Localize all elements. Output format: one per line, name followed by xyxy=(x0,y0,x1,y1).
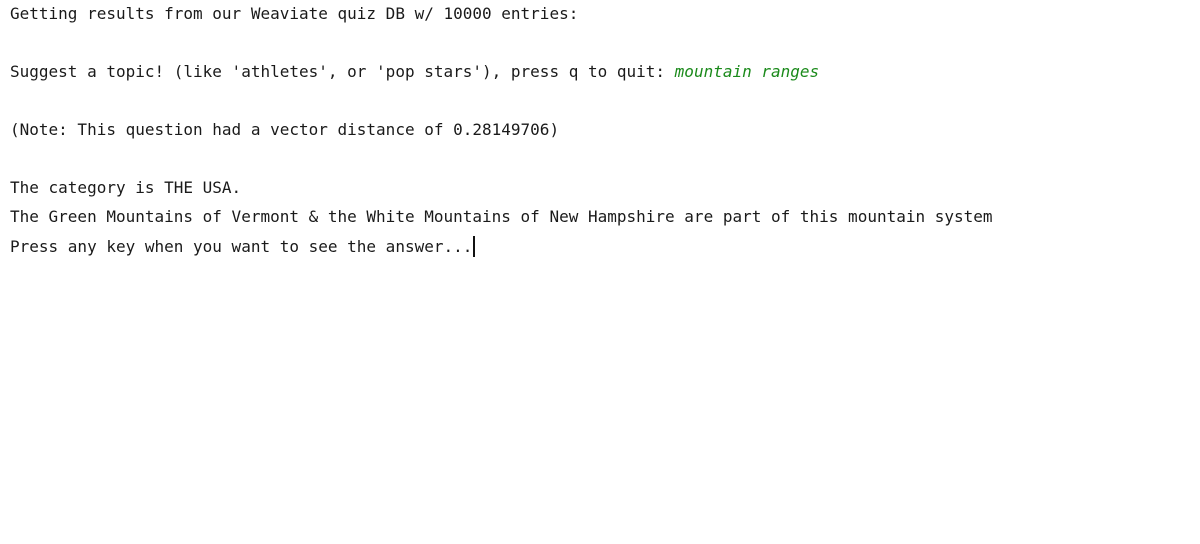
topic-prompt-text: Suggest a topic! (like 'athletes', or 'p… xyxy=(10,62,675,81)
category-line: The category is THE USA. xyxy=(10,178,242,197)
topic-prompt-line: Suggest a topic! (like 'athletes', or 'p… xyxy=(10,62,819,82)
text-cursor xyxy=(473,236,476,257)
topic-input-value: mountain ranges xyxy=(674,62,820,81)
press-key-line[interactable]: Press any key when you want to see the a… xyxy=(10,236,476,257)
question-line: The Green Mountains of Vermont & the Whi… xyxy=(10,207,993,226)
terminal-window[interactable]: Getting results from our Weaviate quiz D… xyxy=(0,0,1200,544)
press-key-text: Press any key when you want to see the a… xyxy=(10,237,473,256)
vector-distance-note: (Note: This question had a vector distan… xyxy=(10,120,560,139)
intro-line: Getting results from our Weaviate quiz D… xyxy=(10,4,579,23)
